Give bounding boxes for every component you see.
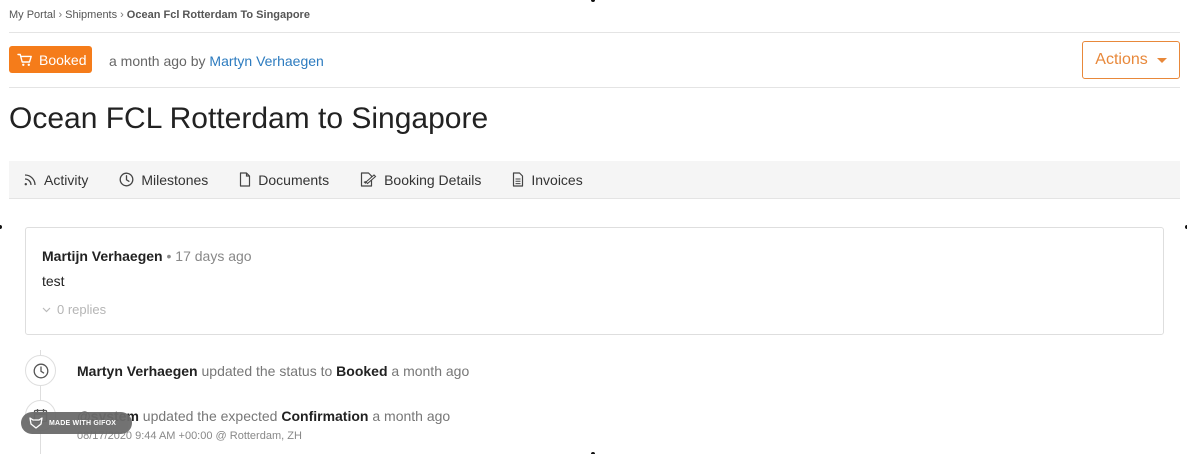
cart-icon [17, 53, 32, 66]
breadcrumb-separator: › [120, 9, 124, 21]
breadcrumb-current: Ocean Fcl Rotterdam To Singapore [126, 9, 310, 21]
timeline-time: a month ago [372, 408, 451, 424]
tab-activity[interactable]: Activity [23, 172, 88, 188]
timeline-actor[interactable]: Martyn Verhaegen [77, 363, 198, 379]
caret-down-icon [1156, 57, 1167, 63]
edit-document-icon [360, 172, 377, 187]
replies-toggle[interactable]: 0 replies [42, 302, 106, 317]
tab-label: Invoices [531, 171, 583, 188]
page-title: Ocean FCL Rotterdam to Singapore [9, 102, 489, 135]
timeline-target: Confirmation [281, 408, 369, 424]
status-label: Booked [39, 51, 87, 68]
comment-author[interactable]: Martijn Verhaegen [42, 248, 163, 264]
author-link[interactable]: Martyn Verhaegen [209, 53, 323, 69]
tab-milestones[interactable]: Milestones [119, 172, 208, 188]
chevron-down-icon [42, 307, 51, 312]
status-badge: Booked [9, 46, 93, 73]
frame-handle-dot [0, 225, 2, 229]
actions-button[interactable]: Actions [1082, 41, 1180, 79]
timeline-action: updated the expected [142, 408, 278, 424]
tab-label: Activity [44, 171, 89, 188]
actions-label: Actions [1095, 51, 1148, 68]
invoice-icon [513, 172, 524, 187]
tab-invoices[interactable]: Invoices [512, 171, 583, 188]
tab-label: Milestones [141, 171, 209, 188]
timeline-item-milestone: @system updated the expected Confirmatio… [77, 408, 450, 424]
breadcrumb-shipments[interactable]: Shipments [65, 9, 117, 21]
created-meta-prefix: a month ago by [109, 53, 206, 69]
gifox-logo-icon [29, 417, 43, 429]
tab-bar: Activity Milestones Documents Booking De… [9, 161, 1180, 199]
created-meta: a month ago by Martyn Verhaegen [109, 53, 324, 69]
comment-separator: • [166, 248, 172, 264]
tab-label: Booking Details [384, 171, 482, 188]
replies-label: 0 replies [57, 302, 107, 317]
breadcrumb: My Portal › Shipments › Ocean Fcl Rotterdam … [9, 9, 310, 21]
tab-documents[interactable]: Documents [239, 172, 329, 188]
timeline-item-status: Martyn Verhaegen updated the status to B… [77, 363, 469, 379]
comment-body: test [42, 273, 65, 289]
comment-card: Martijn Verhaegen • 17 days ago test 0 r… [25, 227, 1164, 335]
gifox-label: MADE WITH GIFOX [49, 419, 117, 427]
comment-time: 17 days ago [175, 248, 252, 264]
breadcrumb-separator: › [58, 9, 63, 21]
comment-header: Martijn Verhaegen • 17 days ago [42, 248, 252, 264]
frame-handle-dot [591, 0, 595, 2]
rss-icon [24, 173, 36, 185]
timeline-target: Booked [336, 363, 388, 379]
timeline-action: updated the status to [201, 363, 333, 379]
breadcrumb-my-portal[interactable]: My Portal [9, 9, 55, 21]
title-divider [9, 87, 1180, 88]
timeline-item-icon [25, 355, 56, 386]
tab-label: Documents [258, 171, 330, 188]
gifox-watermark: MADE WITH GIFOX [21, 412, 132, 434]
tab-booking-details[interactable]: Booking Details [360, 172, 481, 188]
header-divider [9, 32, 1180, 33]
clock-icon [119, 172, 134, 187]
clock-icon [33, 363, 48, 378]
file-icon [240, 172, 251, 187]
timeline-time: a month ago [391, 363, 470, 379]
